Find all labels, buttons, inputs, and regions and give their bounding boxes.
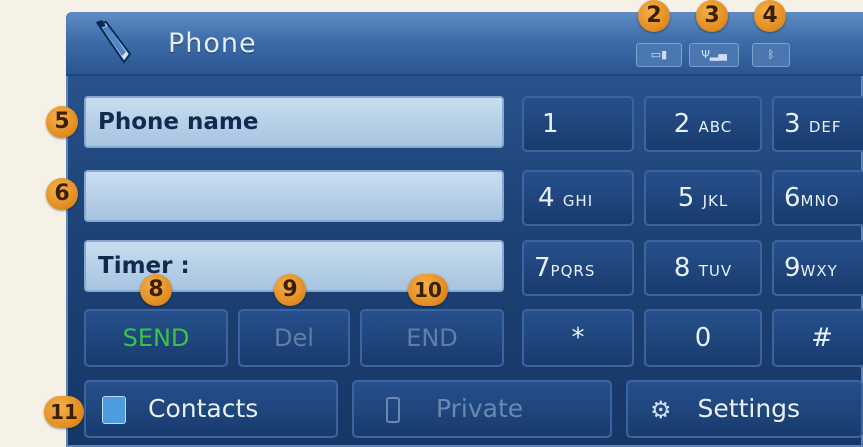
key-5[interactable]: 5 JKL	[644, 170, 762, 226]
private-button[interactable]: Private	[352, 380, 612, 438]
key-9[interactable]: 9WXY	[772, 240, 863, 296]
key-4[interactable]: 4 GHI	[522, 170, 634, 226]
settings-label: Settings	[697, 394, 801, 423]
key-letters: JKL	[702, 192, 729, 210]
send-button[interactable]: SEND	[84, 309, 228, 367]
key-letters: PQRS	[550, 262, 596, 280]
contacts-icon	[102, 396, 126, 424]
number-input[interactable]	[84, 170, 504, 222]
phone-handset-icon	[96, 20, 132, 64]
private-label: Private	[436, 394, 524, 423]
callout-marker: 2	[638, 0, 670, 32]
end-button[interactable]: END	[360, 309, 504, 367]
gear-icon: ⚙	[650, 396, 672, 424]
key-letters: GHI	[562, 192, 594, 210]
callout-marker: 9	[274, 274, 306, 306]
signal-strength-icon: Ψ▂▄	[689, 43, 739, 67]
callout-marker: 11	[44, 396, 84, 428]
contacts-button[interactable]: Contacts	[84, 380, 338, 438]
key-letters: ABC	[698, 118, 733, 136]
callout-marker: 8	[140, 274, 172, 306]
phone-name-field: Phone name	[84, 96, 504, 148]
key-3[interactable]: 3 DEF	[772, 96, 863, 152]
key-digit: 7	[534, 253, 551, 283]
bluetooth-icon: ᛒ	[752, 43, 790, 67]
key-7[interactable]: 7PQRS	[522, 240, 634, 296]
callout-marker: 6	[46, 178, 78, 210]
key-digit: 1	[542, 109, 559, 139]
key-letters: DEF	[808, 118, 842, 136]
callout-marker: 4	[754, 0, 786, 32]
key-letters: MNO	[800, 192, 840, 210]
key-digit: 8	[673, 253, 691, 283]
key-digit: #	[811, 323, 833, 353]
callout-marker: 3	[696, 0, 728, 32]
key-0[interactable]: 0	[644, 309, 762, 367]
key-digit: 3	[784, 109, 801, 139]
key-digit: 5	[677, 183, 695, 213]
key-digit: 2	[673, 109, 691, 139]
delete-button[interactable]: Del	[238, 309, 350, 367]
key-digit: 0	[694, 323, 712, 353]
key-8[interactable]: 8 TUV	[644, 240, 762, 296]
contacts-label: Contacts	[148, 394, 259, 423]
key-letters: WXY	[800, 262, 838, 280]
key-digit: 6	[784, 183, 801, 213]
key-2[interactable]: 2 ABC	[644, 96, 762, 152]
battery-icon: ▭▮	[636, 43, 682, 67]
private-handset-icon	[386, 397, 400, 423]
key-digit: *	[571, 323, 585, 353]
key-letters: TUV	[698, 262, 733, 280]
page-title: Phone	[168, 28, 257, 59]
key-hash[interactable]: #	[772, 309, 863, 367]
callout-marker: 5	[46, 106, 78, 138]
key-star[interactable]: *	[522, 309, 634, 367]
callout-marker: 10	[408, 274, 448, 306]
key-digit: 4	[538, 183, 555, 213]
key-digit: 9	[784, 253, 801, 283]
settings-button[interactable]: ⚙ Settings	[626, 380, 863, 438]
key-6[interactable]: 6MNO	[772, 170, 863, 226]
key-1[interactable]: 1	[522, 96, 634, 152]
